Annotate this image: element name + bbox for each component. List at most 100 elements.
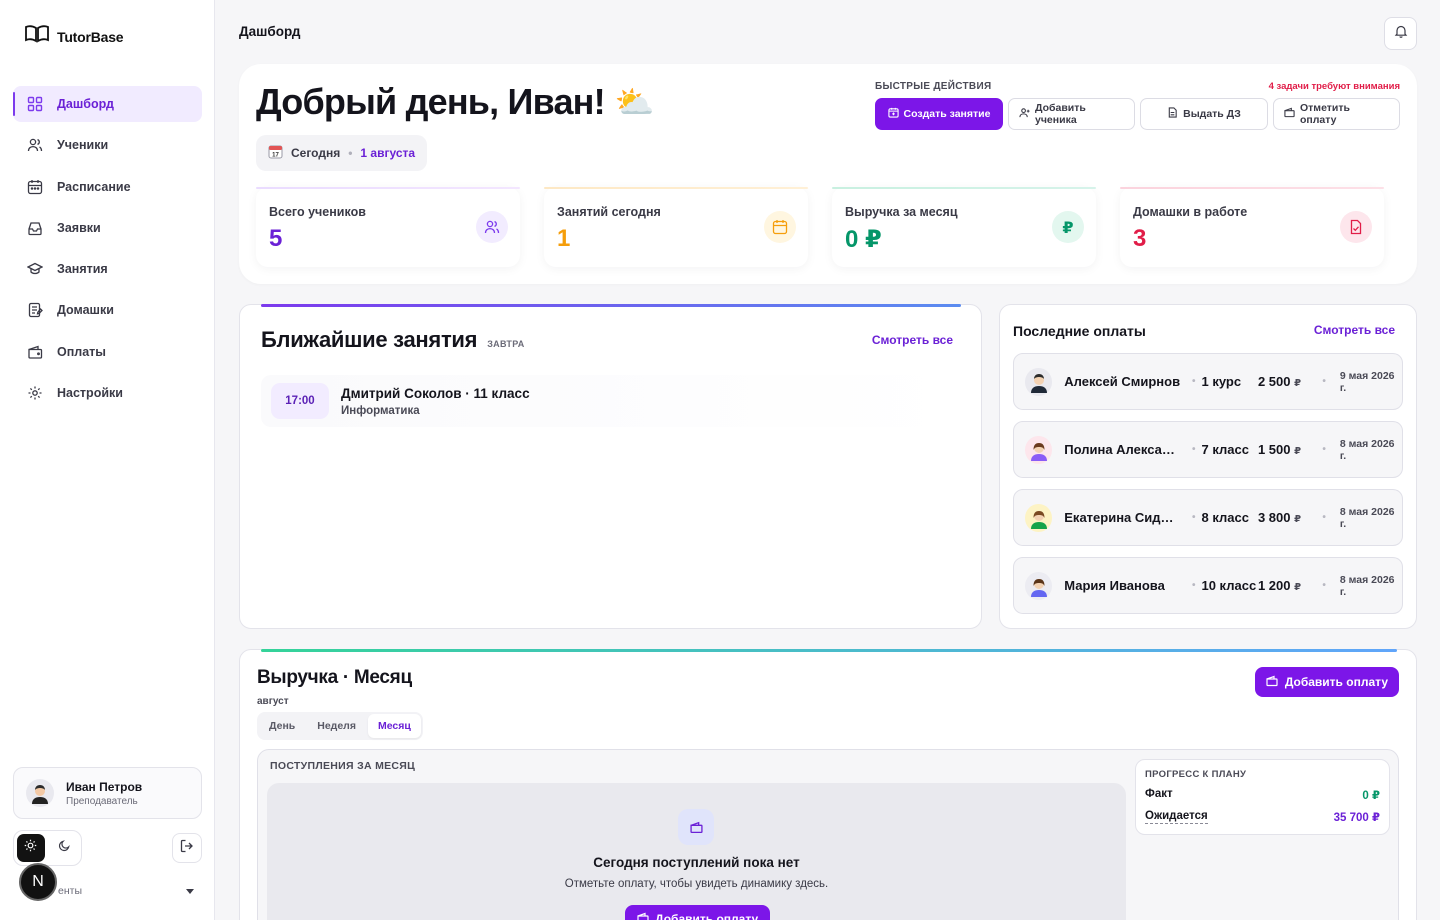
separator-dot: •	[1322, 580, 1326, 591]
svg-text:17: 17	[272, 153, 279, 159]
upcoming-see-all-link[interactable]: Смотреть все	[872, 333, 953, 347]
upcoming-title-text: Ближайшие занятия	[261, 327, 478, 352]
sidebar-item-label: Настройки	[57, 386, 123, 401]
sidebar-item-homework[interactable]: Домашки	[13, 292, 202, 328]
sidebar-item-settings[interactable]: Настройки	[13, 375, 202, 411]
calendar-plus-icon	[887, 107, 899, 121]
plan-expected-label[interactable]: Ожидается	[1145, 810, 1208, 824]
date-value: 1 августа	[360, 146, 416, 160]
payment-student: Екатерина Сид…	[1064, 510, 1174, 525]
sidebar-item-schedule[interactable]: Расписание	[13, 169, 202, 205]
sidebar-item-requests[interactable]: Заявки	[13, 210, 202, 246]
stat-value: 3	[1133, 225, 1147, 252]
mark-payment-button[interactable]: Отметить оплату	[1273, 98, 1400, 130]
payment-row[interactable]: Мария Иванова • 10 класс 1 200 ₽ • 8 мая…	[1013, 557, 1403, 614]
payment-amount-value: 2 500	[1257, 374, 1291, 389]
payment-amount-value: 3 800	[1257, 510, 1291, 525]
stat-card-homework[interactable]: Домашки в работе 3	[1120, 187, 1384, 267]
payment-course: 10 класс	[1201, 578, 1257, 593]
dark-theme-button[interactable]	[51, 834, 79, 862]
avatar	[1025, 435, 1053, 464]
add-student-button[interactable]: Добавить ученика	[1008, 98, 1135, 130]
page-title: Дашборд	[239, 24, 301, 39]
graduation-cap-icon	[27, 261, 43, 277]
add-payment-button[interactable]: Добавить оплату	[1254, 667, 1399, 697]
n-badge[interactable]: N	[19, 863, 57, 901]
upcoming-title: Ближайшие занятия ЗАВТРА	[261, 327, 525, 353]
payment-currency: ₽	[1294, 514, 1302, 525]
users-icon	[27, 137, 43, 153]
book-icon	[25, 25, 49, 48]
sidebar-item-students[interactable]: Ученики	[13, 127, 202, 163]
create-lesson-label: Создать занятие	[903, 108, 991, 120]
logo[interactable]: TutorBase	[25, 25, 124, 48]
stat-card-students[interactable]: Всего учеников 5	[256, 187, 520, 267]
inbox-icon	[27, 220, 43, 236]
greeting: Добрый день, Иван! ⛅	[256, 81, 655, 123]
assign-homework-button[interactable]: Выдать ДЗ	[1140, 98, 1268, 130]
wallet-icon	[1266, 675, 1278, 690]
create-lesson-button[interactable]: Создать занятие	[875, 98, 1003, 130]
payment-date: 8 мая 2026 г.	[1339, 505, 1395, 530]
avatar	[1025, 503, 1053, 532]
income-label: ПОСТУПЛЕНИЯ ЗА МЕСЯЦ	[270, 760, 416, 772]
payment-amount: 2 500 ₽	[1258, 374, 1316, 389]
tab-day[interactable]: День	[259, 714, 305, 738]
payment-row[interactable]: Алексей Смирнов • 1 курс 2 500 ₽ • 9 мая…	[1013, 353, 1403, 410]
wallet-icon	[637, 912, 649, 920]
calendar-icon	[764, 211, 796, 243]
tab-month[interactable]: Месяц	[367, 714, 421, 738]
upcoming-lessons-card: Ближайшие занятия ЗАВТРА Смотреть все 17…	[239, 304, 982, 629]
sidebar-item-dashboard[interactable]: Дашборд	[13, 86, 202, 122]
separator-dot: •	[1322, 444, 1326, 455]
payment-row[interactable]: Полина Алекса… • 7 класс 1 500 ₽ • 8 мая…	[1013, 421, 1403, 478]
sidebar: TutorBase Дашборд Ученики Расписание Зая…	[0, 0, 215, 920]
footer-select[interactable]: енты	[58, 885, 194, 897]
stat-card-revenue[interactable]: Выручка за месяц 0 ₽ ₽	[832, 187, 1096, 267]
payment-student: Полина Алекса…	[1064, 442, 1175, 457]
sun-icon	[24, 839, 37, 857]
empty-state: Сегодня поступлений пока нет Отметьте оп…	[267, 783, 1126, 920]
tab-week[interactable]: Неделя	[307, 714, 366, 738]
document-check-icon	[1340, 211, 1372, 243]
lesson-item[interactable]: 17:00 Дмитрий Соколов · 11 класс Информа…	[261, 375, 961, 427]
users-icon	[476, 211, 508, 243]
sidebar-item-lessons[interactable]: Занятия	[13, 251, 202, 287]
sidebar-item-label: Ученики	[57, 138, 109, 153]
stat-label: Выручка за месяц	[845, 205, 958, 219]
recent-payments-card: Последние оплаты Смотреть все Алексей См…	[999, 304, 1417, 629]
payments-see-all-link[interactable]: Смотреть все	[1314, 323, 1395, 337]
payments-title: Последние оплаты	[1013, 323, 1146, 339]
period-tabs: День Неделя Месяц	[257, 712, 423, 740]
stat-value: 5	[269, 225, 283, 252]
payment-amount: 1 500 ₽	[1258, 442, 1316, 457]
calendar-icon	[27, 179, 43, 195]
payment-course: 7 класс	[1201, 442, 1249, 457]
payment-student: Алексей Смирнов	[1064, 374, 1181, 389]
payment-currency: ₽	[1294, 582, 1302, 593]
lesson-time: 17:00	[271, 383, 329, 419]
plan-fact-value: 0 ₽	[1362, 790, 1380, 802]
moon-icon	[58, 839, 71, 857]
notifications-button[interactable]	[1384, 17, 1417, 50]
empty-add-payment-label: Добавить оплату	[655, 912, 759, 920]
payment-course: 8 класс	[1201, 510, 1249, 525]
logout-button[interactable]	[172, 833, 202, 863]
attention-notice[interactable]: 4 задачи требуют внимания	[1269, 81, 1400, 92]
payment-row[interactable]: Екатерина Сид… • 8 класс 3 800 ₽ • 8 мая…	[1013, 489, 1403, 546]
stat-card-lessons-today[interactable]: Занятий сегодня 1	[544, 187, 808, 267]
sidebar-item-label: Оплаты	[57, 344, 106, 359]
payment-course: 1 курс	[1201, 374, 1242, 389]
sidebar-item-label: Расписание	[57, 179, 131, 194]
light-theme-button[interactable]	[17, 834, 45, 862]
stat-label: Всего учеников	[269, 205, 366, 219]
revenue-card: Выручка · Месяц август День Неделя Месяц…	[239, 649, 1417, 920]
add-payment-label: Добавить оплату	[1284, 675, 1388, 689]
sidebar-item-payments[interactable]: Оплаты	[13, 334, 202, 370]
user-card[interactable]: Иван Петров Преподаватель	[13, 767, 202, 819]
lesson-subject: Информатика	[341, 404, 420, 417]
sidebar-nav: Дашборд Ученики Расписание Заявки Заняти…	[13, 86, 202, 416]
empty-add-payment-button[interactable]: Добавить оплату	[625, 905, 771, 920]
user-role: Преподаватель	[66, 795, 138, 807]
wallet-icon	[27, 344, 43, 360]
